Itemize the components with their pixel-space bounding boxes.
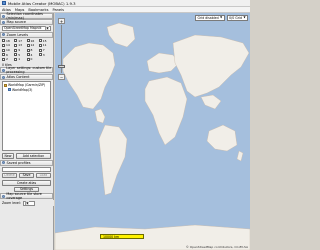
southeast-asia-shape: [200, 94, 222, 110]
layer-settings-header[interactable]: Layer settings: custom tile processing: [0, 66, 53, 74]
tile-store-coverage-header[interactable]: Map source tile store coverage: [0, 192, 53, 200]
zoom-checkbox[interactable]: 15: [38, 39, 51, 43]
expand-toggle-icon[interactable]: [2, 75, 5, 79]
zoom-slider-knob[interactable]: [58, 65, 65, 68]
chevron-down-icon: ▼: [243, 16, 246, 20]
south-america-shape: [98, 124, 128, 196]
zoom-checkbox[interactable]: 12: [26, 43, 39, 47]
africa-shape: [144, 76, 188, 146]
world-map: [55, 22, 250, 250]
zoom-slider[interactable]: [58, 25, 65, 73]
zoom-out-button[interactable]: −: [58, 74, 65, 80]
grid-select[interactable]: Grid disabled ▼: [195, 15, 225, 21]
load-profile-button[interactable]: Load: [36, 172, 51, 179]
add-selection-button[interactable]: Add selection: [16, 153, 51, 159]
atlas-content-tree[interactable]: WorldMap (Garmin/ZIP) WorldMap(3): [2, 81, 51, 152]
new-zealand-shape: [236, 150, 244, 162]
australia-shape: [206, 124, 238, 152]
menu-panels[interactable]: Panels: [52, 8, 64, 12]
north-america-shape: [62, 42, 116, 110]
atlas-content-header[interactable]: Atlas Content: [0, 74, 53, 81]
zoom-checkbox[interactable]: 13: [14, 43, 26, 47]
window-titlebar: Mobile Atlas Creator (MOBAC) 1.9.3: [0, 0, 250, 7]
scale-bar: 10000 km: [100, 234, 144, 239]
zoom-level-grid: 18 17 16 15 14 13 12 11 10 9 8 7 6 5 4 3…: [0, 38, 53, 63]
zoom-level-row: Zoom level: ▼: [0, 200, 54, 207]
atlas-folder-icon: [4, 83, 7, 87]
app-icon: [2, 1, 6, 5]
expand-toggle-icon[interactable]: [2, 68, 5, 72]
saved-profiles-header[interactable]: Saved profiles: [0, 159, 53, 166]
zoom-checkbox[interactable]: 14: [2, 43, 14, 47]
map-attribution[interactable]: © OpenStreetMap contributors, CC-BY-SA: [186, 245, 248, 249]
window-title: Mobile Atlas Creator (MOBAC) 1.9.3: [8, 0, 76, 6]
greenland-shape: [106, 22, 136, 48]
layer-icon: [8, 88, 11, 92]
expand-toggle-icon[interactable]: [2, 33, 5, 36]
chevron-down-icon: ▼: [24, 201, 29, 206]
left-panel: Selection coordinates (min/max) Map sour…: [0, 12, 54, 250]
expand-toggle-icon[interactable]: [2, 194, 5, 198]
zoom-checkbox[interactable]: 16: [26, 39, 39, 43]
map-source-select[interactable]: OpenStreetMap Mapnik ▼: [2, 25, 51, 31]
selection-coordinates-header[interactable]: Selection coordinates (min/max): [0, 12, 53, 20]
map-viewer[interactable]: Grid disabled ▼ 0/0 Grid ▼ + − 10000 km © …: [55, 13, 250, 250]
zoom-checkbox[interactable]: 17: [14, 39, 26, 43]
zoom-checkbox[interactable]: 9: [14, 48, 26, 52]
zoom-control: + −: [58, 18, 65, 80]
zoom-checkbox[interactable]: 2: [2, 57, 14, 61]
map-source-select[interactable]: 0/0 Grid ▼: [226, 15, 248, 21]
menu-atlas[interactable]: Atlas: [2, 8, 11, 12]
save-profile-button[interactable]: Save: [19, 172, 34, 179]
delete-profile-button[interactable]: Delete: [2, 172, 17, 179]
tree-item-layer[interactable]: WorldMap(3): [4, 88, 49, 93]
zoom-checkbox[interactable]: 7: [38, 48, 51, 52]
zoom-checkbox[interactable]: 0: [26, 57, 39, 61]
zoom-checkbox[interactable]: 10: [2, 48, 14, 52]
create-atlas-button[interactable]: Create atlas: [2, 180, 51, 186]
zoom-checkbox[interactable]: 1: [14, 57, 26, 61]
zoom-checkbox[interactable]: 8: [26, 48, 39, 52]
zoom-in-button[interactable]: +: [58, 18, 65, 24]
chevron-down-icon: ▼: [45, 26, 49, 30]
zoom-checkbox[interactable]: 6: [2, 53, 14, 57]
map-toolbar: Grid disabled ▼ 0/0 Grid ▼: [195, 15, 248, 21]
chevron-down-icon: ▼: [220, 16, 223, 20]
zoom-checkbox[interactable]: 3: [38, 53, 51, 57]
expand-toggle-icon[interactable]: [2, 161, 5, 165]
new-atlas-button[interactable]: New: [2, 153, 14, 159]
central-america-shape: [94, 108, 106, 124]
menu-bookmarks[interactable]: Bookmarks: [28, 8, 48, 12]
expand-toggle-icon[interactable]: [2, 20, 5, 24]
zoom-checkbox[interactable]: 5: [14, 53, 26, 57]
zoom-checkbox[interactable]: 18: [2, 39, 14, 43]
asia-shape: [172, 34, 250, 98]
expand-toggle-icon[interactable]: [2, 14, 5, 18]
zoom-checkbox[interactable]: 4: [26, 53, 39, 57]
menu-maps[interactable]: Maps: [15, 8, 24, 12]
coverage-zoom-select[interactable]: ▼: [22, 200, 35, 206]
zoom-checkbox[interactable]: 11: [38, 43, 51, 47]
